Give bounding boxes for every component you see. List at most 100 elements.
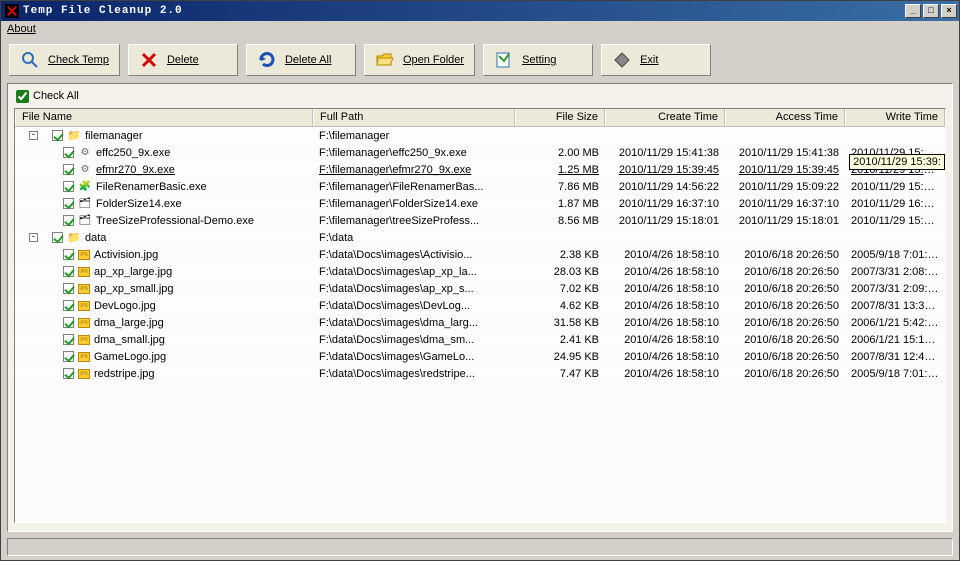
file-wtime: 2006/1/21 5:42:34 <box>845 317 945 329</box>
exit-button[interactable]: Exit <box>601 44 711 76</box>
file-row[interactable]: redstripe.jpgF:\data\Docs\images\redstri… <box>15 365 945 382</box>
file-path: F:\data\Docs\images\Activisio... <box>313 249 515 261</box>
file-row[interactable]: efmr270_9x.exeF:\filemanager\efmr270_9x.… <box>15 161 945 178</box>
file-size: 2.00 MB <box>515 147 605 159</box>
col-writetime[interactable]: Write Time <box>845 109 945 126</box>
folder-row[interactable]: -filemanagerF:\filemanager <box>15 127 945 144</box>
row-checkbox[interactable] <box>63 181 74 192</box>
delete-button[interactable]: Delete <box>128 44 238 76</box>
col-createtime[interactable]: Create Time <box>605 109 725 126</box>
file-row[interactable]: effc250_9x.exeF:\filemanager\effc250_9x.… <box>15 144 945 161</box>
file-row[interactable]: dma_large.jpgF:\data\Docs\images\dma_lar… <box>15 314 945 331</box>
file-type-icon <box>78 301 90 311</box>
file-atime: 2010/11/29 15:41:38 <box>725 147 845 159</box>
file-row[interactable]: ap_xp_large.jpgF:\data\Docs\images\ap_xp… <box>15 263 945 280</box>
row-checkbox[interactable] <box>63 368 74 379</box>
file-row[interactable]: FolderSize14.exeF:\filemanager\FolderSiz… <box>15 195 945 212</box>
file-ctime: 2010/11/29 15:41:38 <box>605 147 725 159</box>
row-checkbox[interactable] <box>63 249 74 260</box>
toolbar: Check Temp Delete Delete All Open Folder… <box>1 39 959 81</box>
check-all-row: Check All <box>14 88 946 108</box>
file-ctime: 2010/4/26 18:58:10 <box>605 249 725 261</box>
open-folder-button[interactable]: Open Folder <box>364 44 475 76</box>
row-checkbox[interactable] <box>63 215 74 226</box>
file-type-icon <box>78 369 90 379</box>
row-checkbox[interactable] <box>63 198 74 209</box>
close-button[interactable]: × <box>941 4 957 18</box>
file-ctime: 2010/4/26 18:58:10 <box>605 368 725 380</box>
file-row[interactable]: DevLogo.jpgF:\data\Docs\images\DevLog...… <box>15 297 945 314</box>
app-window: Temp File Cleanup 2.0 _ □ × About Check … <box>0 0 960 561</box>
row-checkbox[interactable] <box>63 334 74 345</box>
check-temp-button[interactable]: Check Temp <box>9 44 120 76</box>
delete-all-button[interactable]: Delete All <box>246 44 356 76</box>
delete-all-label: Delete All <box>285 54 331 66</box>
exit-icon <box>612 50 632 70</box>
file-type-icon <box>78 197 92 211</box>
file-row[interactable]: TreeSizeProfessional-Demo.exeF:\filemana… <box>15 212 945 229</box>
open-folder-label: Open Folder <box>403 54 464 66</box>
file-size: 7.86 MB <box>515 181 605 193</box>
file-row[interactable]: ap_xp_small.jpgF:\data\Docs\images\ap_xp… <box>15 280 945 297</box>
row-checkbox[interactable] <box>63 283 74 294</box>
file-size: 28.03 KB <box>515 266 605 278</box>
file-row[interactable]: Activision.jpgF:\data\Docs\images\Activi… <box>15 246 945 263</box>
menu-about[interactable]: About <box>7 23 36 35</box>
check-all-checkbox[interactable] <box>16 90 29 103</box>
list-header: File Name Full Path File Size Create Tim… <box>15 109 945 127</box>
row-checkbox[interactable] <box>52 232 63 243</box>
file-atime: 2010/6/18 20:26:50 <box>725 368 845 380</box>
row-checkbox[interactable] <box>63 317 74 328</box>
row-checkbox[interactable] <box>63 164 74 175</box>
titlebar[interactable]: Temp File Cleanup 2.0 _ □ × <box>1 1 959 21</box>
folder-icon <box>375 50 395 70</box>
file-ctime: 2010/4/26 18:58:10 <box>605 317 725 329</box>
statusbar <box>7 538 953 556</box>
file-path: F:\data\Docs\images\redstripe... <box>313 368 515 380</box>
tree-expander-icon[interactable]: - <box>29 233 38 242</box>
check-all-label: Check All <box>33 90 79 102</box>
file-path: F:\filemanager\treeSizeProfess... <box>313 215 515 227</box>
row-checkbox[interactable] <box>63 300 74 311</box>
file-size: 24.95 KB <box>515 351 605 363</box>
setting-button[interactable]: Setting <box>483 44 593 76</box>
file-type-icon <box>78 250 90 260</box>
file-wtime: 2010/11/29 15:09:26 <box>845 181 945 193</box>
col-filesize[interactable]: File Size <box>515 109 605 126</box>
row-checkbox[interactable] <box>52 130 63 141</box>
row-checkbox[interactable] <box>63 266 74 277</box>
file-row[interactable]: FileRenamerBasic.exeF:\filemanager\FileR… <box>15 178 945 195</box>
file-type-icon <box>78 146 92 160</box>
file-row[interactable]: dma_small.jpgF:\data\Docs\images\dma_sm.… <box>15 331 945 348</box>
file-ctime: 2010/4/26 18:58:10 <box>605 334 725 346</box>
col-filename[interactable]: File Name <box>15 109 313 126</box>
folder-row[interactable]: -dataF:\data <box>15 229 945 246</box>
file-atime: 2010/6/18 20:26:50 <box>725 249 845 261</box>
tree-expander-icon[interactable]: - <box>29 131 38 140</box>
file-path: F:\data\Docs\images\dma_sm... <box>313 334 515 346</box>
file-atime: 2010/6/18 20:26:50 <box>725 266 845 278</box>
file-type-icon <box>78 284 90 294</box>
row-checkbox[interactable] <box>63 351 74 362</box>
col-fullpath[interactable]: Full Path <box>313 109 515 126</box>
maximize-button[interactable]: □ <box>923 4 939 18</box>
settings-icon <box>494 50 514 70</box>
file-size: 2.38 KB <box>515 249 605 261</box>
file-size: 7.47 KB <box>515 368 605 380</box>
file-path: F:\data\Docs\images\ap_xp_s... <box>313 283 515 295</box>
app-x-icon <box>5 4 19 18</box>
file-wtime: 2010/11/29 16:37:16 <box>845 198 945 210</box>
folder-icon <box>67 129 81 143</box>
file-type-icon <box>78 318 90 328</box>
list-rows: -filemanagerF:\filemanagereffc250_9x.exe… <box>15 127 945 522</box>
file-row[interactable]: GameLogo.jpgF:\data\Docs\images\GameLo..… <box>15 348 945 365</box>
file-list: File Name Full Path File Size Create Tim… <box>14 108 946 523</box>
file-atime: 2010/11/29 16:37:10 <box>725 198 845 210</box>
file-wtime: 2005/9/18 7:01:54 <box>845 368 945 380</box>
file-type-icon <box>78 180 92 194</box>
col-accesstime[interactable]: Access Time <box>725 109 845 126</box>
row-checkbox[interactable] <box>63 147 74 158</box>
file-atime: 2010/11/29 15:39:45 <box>725 164 845 176</box>
minimize-button[interactable]: _ <box>905 4 921 18</box>
file-path: F:\data\Docs\images\ap_xp_la... <box>313 266 515 278</box>
